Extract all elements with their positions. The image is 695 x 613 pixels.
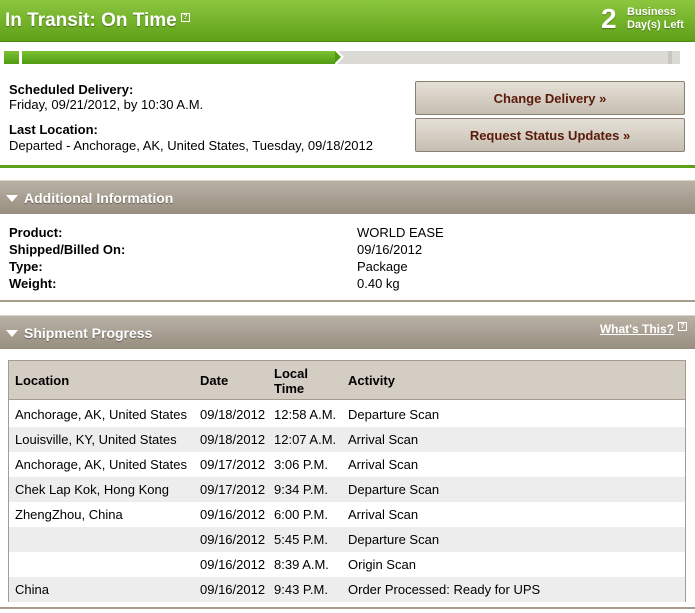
- info-label: Type:: [9, 259, 43, 274]
- cell-time: 5:45 P.M.: [274, 532, 328, 547]
- info-value: 0.40 kg: [357, 276, 400, 291]
- table-row: ZhengZhou, China 09/16/2012 6:00 P.M. Ar…: [9, 502, 685, 527]
- scheduled-delivery-label: Scheduled Delivery:: [9, 82, 134, 97]
- last-location-label: Last Location:: [9, 122, 98, 137]
- info-label: Weight:: [9, 276, 57, 291]
- last-location-value: Departed - Anchorage, AK, United States,…: [9, 138, 373, 153]
- info-label: Shipped/Billed On:: [9, 242, 126, 257]
- status-title-text: In Transit: On Time: [5, 10, 177, 31]
- additional-information-title[interactable]: Additional Information: [24, 190, 173, 206]
- days-left-label: Business Day(s) Left: [627, 6, 684, 32]
- request-status-updates-button[interactable]: Request Status Updates »: [415, 118, 685, 152]
- help-icon[interactable]: ?: [678, 322, 687, 331]
- progress-start-marker: [19, 51, 22, 64]
- table-row: Chek Lap Kok, Hong Kong 09/17/2012 9:34 …: [9, 477, 685, 502]
- days-left-number: 2: [601, 3, 617, 34]
- cell-activity: Arrival Scan: [348, 507, 419, 522]
- column-header-date: Date: [200, 373, 229, 388]
- status-title: In Transit: On Time?: [5, 10, 190, 32]
- cell-activity: Departure Scan: [348, 532, 440, 547]
- shipment-progress-header[interactable]: Shipment Progress What's This??: [0, 315, 695, 349]
- cell-date: 09/18/2012: [200, 407, 266, 422]
- table-row: Anchorage, AK, United States 09/18/2012 …: [9, 402, 685, 427]
- cell-date: 09/16/2012: [200, 507, 266, 522]
- column-header-local-time-line2: Time: [274, 381, 305, 396]
- cell-date: 09/16/2012: [200, 532, 266, 547]
- cell-activity: Origin Scan: [348, 557, 416, 572]
- cell-activity: Arrival Scan: [348, 457, 419, 472]
- cell-location: China: [15, 582, 49, 597]
- table-row: Anchorage, AK, United States 09/17/2012 …: [9, 452, 685, 477]
- info-value: WORLD EASE: [357, 225, 444, 240]
- info-label: Product:: [9, 225, 63, 240]
- cell-activity: Order Processed: Ready for UPS: [348, 582, 541, 597]
- days-left-line2: Day(s) Left: [627, 19, 684, 31]
- help-icon[interactable]: ?: [180, 13, 190, 22]
- cell-time: 8:39 A.M.: [274, 557, 329, 572]
- status-banner: In Transit: On Time? 2 Business Day(s) L…: [0, 0, 695, 42]
- shipment-progress-table: Location Date Local Time Activity Anchor…: [8, 360, 686, 602]
- progress-arrow-inner: [335, 51, 341, 63]
- whats-this-text[interactable]: What's This?: [600, 322, 674, 336]
- cell-date: 09/17/2012: [200, 457, 266, 472]
- progress-end-marker: [668, 51, 672, 64]
- table-row: 09/16/2012 8:39 A.M. Origin Scan: [9, 552, 685, 577]
- collapse-triangle-icon[interactable]: [6, 330, 18, 337]
- info-value: 09/16/2012: [357, 242, 423, 257]
- divider: [0, 300, 695, 302]
- cell-location: Chek Lap Kok, Hong Kong: [15, 482, 169, 497]
- cell-date: 09/16/2012: [200, 582, 266, 597]
- cell-time: 3:06 P.M.: [274, 457, 328, 472]
- shipment-progress-title[interactable]: Shipment Progress: [24, 325, 152, 341]
- whats-this-link[interactable]: What's This??: [600, 322, 687, 336]
- cell-activity: Departure Scan: [348, 482, 440, 497]
- cell-location: Anchorage, AK, United States: [15, 407, 187, 422]
- table-row: 09/16/2012 5:45 P.M. Departure Scan: [9, 527, 685, 552]
- cell-date: 09/17/2012: [200, 482, 266, 497]
- cell-date: 09/16/2012: [200, 557, 266, 572]
- column-header-activity: Activity: [348, 373, 395, 388]
- table-row: Louisville, KY, United States 09/18/2012…: [9, 427, 685, 452]
- cell-location: Anchorage, AK, United States: [15, 457, 187, 472]
- column-header-local-time-line1: Local: [274, 366, 308, 381]
- progress-fill: [4, 51, 335, 64]
- table-header: Location Date Local Time Activity: [9, 361, 685, 400]
- cell-activity: Arrival Scan: [348, 432, 419, 447]
- column-header-location: Location: [15, 373, 70, 388]
- table-row: China 09/16/2012 9:43 P.M. Order Process…: [9, 577, 685, 602]
- cell-time: 12:58 A.M.: [274, 407, 337, 422]
- delivery-progress-bar: [4, 48, 680, 66]
- additional-information-header[interactable]: Additional Information: [0, 180, 695, 214]
- cell-location: Louisville, KY, United States: [15, 432, 177, 447]
- scheduled-delivery-value: Friday, 09/21/2012, by 10:30 A.M.: [9, 97, 204, 112]
- change-delivery-button[interactable]: Change Delivery »: [415, 81, 685, 115]
- cell-time: 9:34 P.M.: [274, 482, 328, 497]
- collapse-triangle-icon[interactable]: [6, 195, 18, 202]
- cell-date: 09/18/2012: [200, 432, 266, 447]
- divider: [0, 607, 695, 609]
- info-value: Package: [357, 259, 408, 274]
- cell-time: 6:00 P.M.: [274, 507, 328, 522]
- cell-location: ZhengZhou, China: [15, 507, 123, 522]
- cell-time: 12:07 A.M.: [274, 432, 337, 447]
- divider: [0, 165, 695, 168]
- cell-activity: Departure Scan: [348, 407, 440, 422]
- days-left-line1: Business: [627, 6, 676, 18]
- cell-time: 9:43 P.M.: [274, 582, 328, 597]
- column-header-local-time: Local Time: [274, 366, 308, 396]
